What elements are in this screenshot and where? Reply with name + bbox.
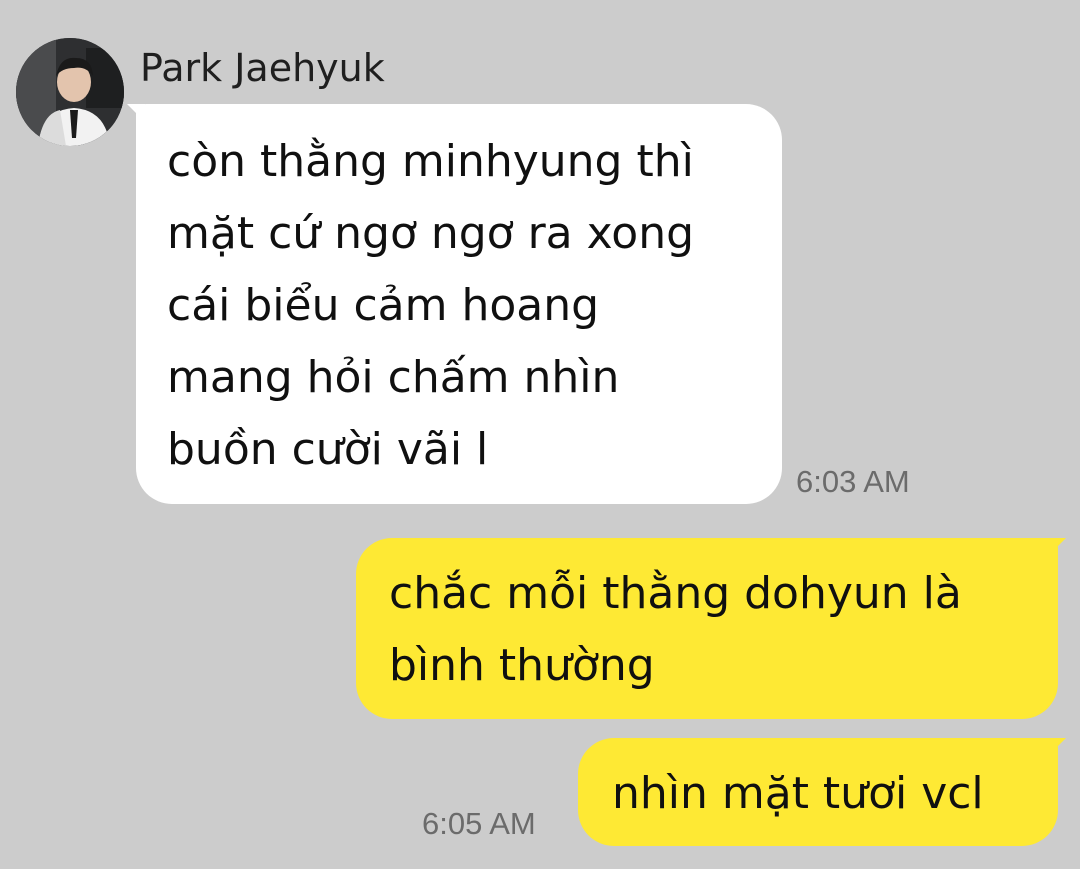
message-timestamp: 6:05 AM	[422, 806, 536, 841]
message-timestamp: 6:03 AM	[796, 464, 910, 499]
outgoing-message-bubble[interactable]: chắc mỗi thằng dohyun là bình thường	[356, 538, 1058, 719]
sender-avatar[interactable]	[16, 38, 124, 146]
profile-photo-icon	[16, 38, 124, 146]
incoming-message-bubble[interactable]: còn thằng minhyung thì mặt cứ ngơ ngơ ra…	[136, 104, 782, 504]
outgoing-message-bubble[interactable]: nhìn mặt tươi vcl	[578, 738, 1058, 846]
sender-name: Park Jaehyuk	[140, 46, 385, 90]
